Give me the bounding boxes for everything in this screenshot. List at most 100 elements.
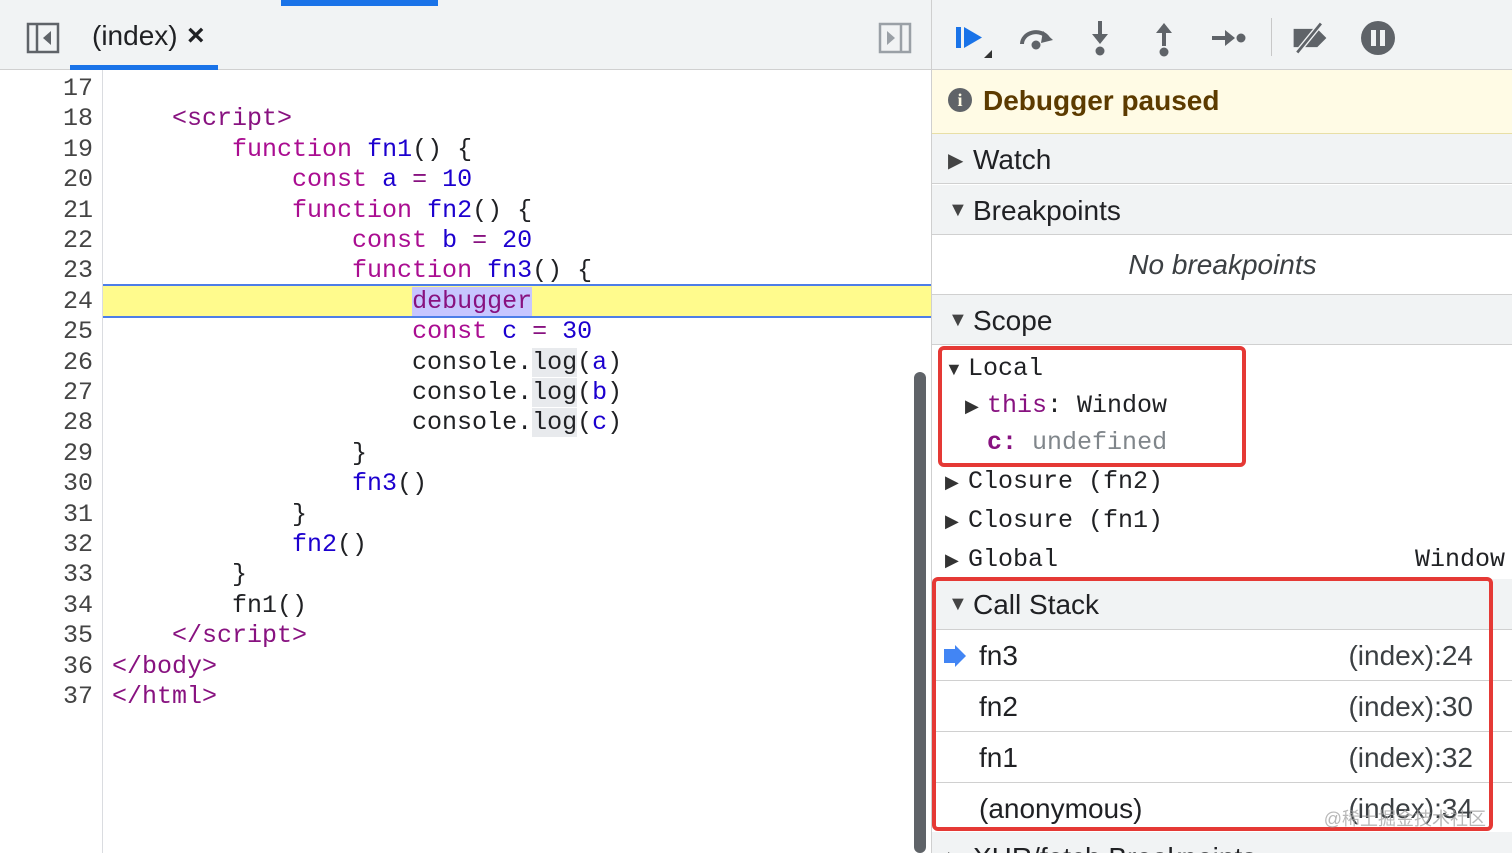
line-number[interactable]: 21 bbox=[0, 196, 93, 226]
line-number[interactable]: 32 bbox=[0, 530, 93, 560]
close-icon[interactable]: × bbox=[187, 18, 205, 54]
prop-value: Window bbox=[1077, 391, 1168, 420]
section-xhr-breakpoints[interactable]: ▶ XHR/fetch Breakpoints bbox=[932, 832, 1512, 853]
tab-index[interactable]: (index) × bbox=[70, 0, 218, 70]
toolbar-separator bbox=[1271, 18, 1272, 56]
section-title: XHR/fetch Breakpoints bbox=[973, 842, 1256, 853]
line-number[interactable]: 29 bbox=[0, 439, 93, 469]
scope-label: Local bbox=[968, 354, 1044, 383]
line-number[interactable]: 28 bbox=[0, 408, 93, 438]
scope-prop-c[interactable]: c: undefined bbox=[932, 424, 1512, 462]
expand-triangle-icon: ▶ bbox=[948, 150, 964, 172]
call-frame[interactable]: fn1 (index):32 bbox=[932, 733, 1512, 783]
code-line: </html> bbox=[112, 682, 218, 711]
watermark: @稀土掘金技术社区 bbox=[1323, 809, 1486, 829]
editor-tab-bar: (index) × bbox=[0, 0, 931, 70]
expand-triangle-icon: ▶ bbox=[948, 846, 963, 853]
line-number[interactable]: 26 bbox=[0, 348, 93, 378]
scope-value: Window bbox=[1414, 545, 1505, 574]
scope-closure-fn2[interactable]: ▶ Closure (fn2) bbox=[932, 463, 1512, 501]
line-number[interactable]: 35 bbox=[0, 621, 93, 651]
section-watch[interactable]: ▶ Watch bbox=[932, 134, 1512, 184]
line-number[interactable]: 17 bbox=[0, 74, 93, 104]
debugger-toolbar bbox=[932, 0, 1512, 70]
line-number[interactable]: 19 bbox=[0, 135, 93, 165]
code-line: console.log(a) bbox=[112, 347, 623, 377]
scope-closure-fn1[interactable]: ▶ Closure (fn1) bbox=[932, 502, 1512, 540]
line-number[interactable]: 25 bbox=[0, 317, 93, 347]
source-editor-panel: (index) × 17 18 19 20 21 22 23 24 25 26 27 28 29 30 31… bbox=[0, 0, 931, 853]
prop-key: this bbox=[987, 391, 1048, 420]
step-out-icon[interactable] bbox=[1144, 18, 1184, 58]
section-title: Call Stack bbox=[973, 589, 1100, 620]
step-icon[interactable] bbox=[1208, 18, 1248, 58]
frame-location[interactable]: (index):32 bbox=[1348, 733, 1473, 783]
line-number[interactable]: 23 bbox=[0, 256, 93, 286]
code-line: const a = 10 bbox=[292, 165, 473, 195]
frame-location[interactable]: (index):30 bbox=[1348, 682, 1473, 732]
section-breakpoints[interactable]: ▼ Breakpoints bbox=[932, 185, 1512, 235]
sources-tab-indicator bbox=[281, 0, 438, 6]
collapse-triangle-icon: ▼ bbox=[948, 309, 968, 331]
line-number[interactable]: 27 bbox=[0, 378, 93, 408]
code-line: function fn3() { bbox=[352, 256, 593, 286]
debugger-sidebar: i Debugger paused ▶ Watch ▼ Breakpoints … bbox=[931, 0, 1512, 853]
line-number[interactable]: 34 bbox=[0, 591, 93, 621]
expand-triangle-icon: ▶ bbox=[945, 550, 959, 570]
line-number[interactable]: 36 bbox=[0, 652, 93, 682]
debugger-paused-banner: i Debugger paused bbox=[932, 70, 1512, 134]
frame-name: fn1 bbox=[979, 742, 1018, 773]
code-line: console.log(c) bbox=[112, 408, 623, 438]
prop-key: c bbox=[987, 428, 1003, 457]
code-line: } bbox=[112, 560, 248, 590]
code-line: } bbox=[112, 499, 308, 529]
toggle-debugger-sidebar-icon[interactable] bbox=[878, 22, 912, 54]
current-frame-arrow-icon bbox=[944, 645, 966, 667]
code-line: fn2() bbox=[292, 530, 368, 559]
toggle-navigator-icon[interactable] bbox=[26, 22, 60, 54]
line-number[interactable]: 30 bbox=[0, 469, 93, 499]
section-title: Watch bbox=[973, 144, 1052, 175]
resume-icon[interactable] bbox=[952, 18, 992, 58]
scope-label: Closure (fn1) bbox=[968, 506, 1164, 535]
code-line: function fn1() { bbox=[232, 134, 473, 164]
line-number[interactable]: 18 bbox=[0, 104, 93, 134]
line-number[interactable]: 33 bbox=[0, 560, 93, 590]
line-number[interactable]: 24 bbox=[0, 287, 93, 317]
line-number-gutter[interactable]: 17 18 19 20 21 22 23 24 25 26 27 28 29 30 31 32 33 34 35 36… bbox=[0, 70, 103, 853]
code-line: } bbox=[112, 438, 368, 468]
tab-label: (index) bbox=[92, 20, 178, 51]
code-line: function fn2() { bbox=[292, 195, 533, 225]
collapse-triangle-icon: ▼ bbox=[948, 199, 968, 221]
scope-prop-this[interactable]: ▶ this: Window bbox=[932, 387, 1512, 425]
code-line: const b = 20 bbox=[352, 226, 533, 255]
frame-name: (anonymous) bbox=[979, 793, 1143, 824]
info-icon: i bbox=[948, 88, 972, 112]
step-into-icon[interactable] bbox=[1080, 18, 1120, 58]
scope-local[interactable]: ▼ Local bbox=[932, 350, 1512, 388]
section-call-stack[interactable]: ▼ Call Stack bbox=[932, 579, 1512, 630]
code-area[interactable]: <script> function fn1() { const a = 10 f… bbox=[103, 70, 931, 853]
no-breakpoints-text: No breakpoints bbox=[932, 235, 1512, 295]
call-frame[interactable]: fn2 (index):30 bbox=[932, 682, 1512, 732]
line-number[interactable]: 37 bbox=[0, 682, 93, 712]
line-number[interactable]: 20 bbox=[0, 165, 93, 195]
expand-triangle-icon: ▶ bbox=[945, 472, 959, 492]
collapse-triangle-icon: ▼ bbox=[948, 593, 968, 615]
code-line: console.log(b) bbox=[112, 378, 623, 407]
pause-on-exceptions-icon[interactable] bbox=[1358, 18, 1398, 58]
step-over-icon[interactable] bbox=[1016, 18, 1056, 58]
collapse-triangle-icon: ▼ bbox=[945, 359, 963, 379]
call-frame[interactable]: fn3 (index):24 bbox=[932, 631, 1512, 681]
editor-scrollbar[interactable] bbox=[914, 372, 926, 853]
frame-location[interactable]: (index):24 bbox=[1348, 631, 1473, 681]
section-scope[interactable]: ▼ Scope bbox=[932, 295, 1512, 345]
frame-name: fn2 bbox=[979, 691, 1018, 722]
section-title: Scope bbox=[973, 305, 1053, 336]
deactivate-breakpoints-icon[interactable] bbox=[1290, 18, 1330, 58]
line-number[interactable]: 22 bbox=[0, 226, 93, 256]
scope-global[interactable]: ▶ Global Window bbox=[932, 541, 1512, 579]
scope-label: Closure (fn2) bbox=[968, 467, 1164, 496]
code-line: const c = 30 bbox=[412, 317, 593, 347]
line-number[interactable]: 31 bbox=[0, 500, 93, 530]
